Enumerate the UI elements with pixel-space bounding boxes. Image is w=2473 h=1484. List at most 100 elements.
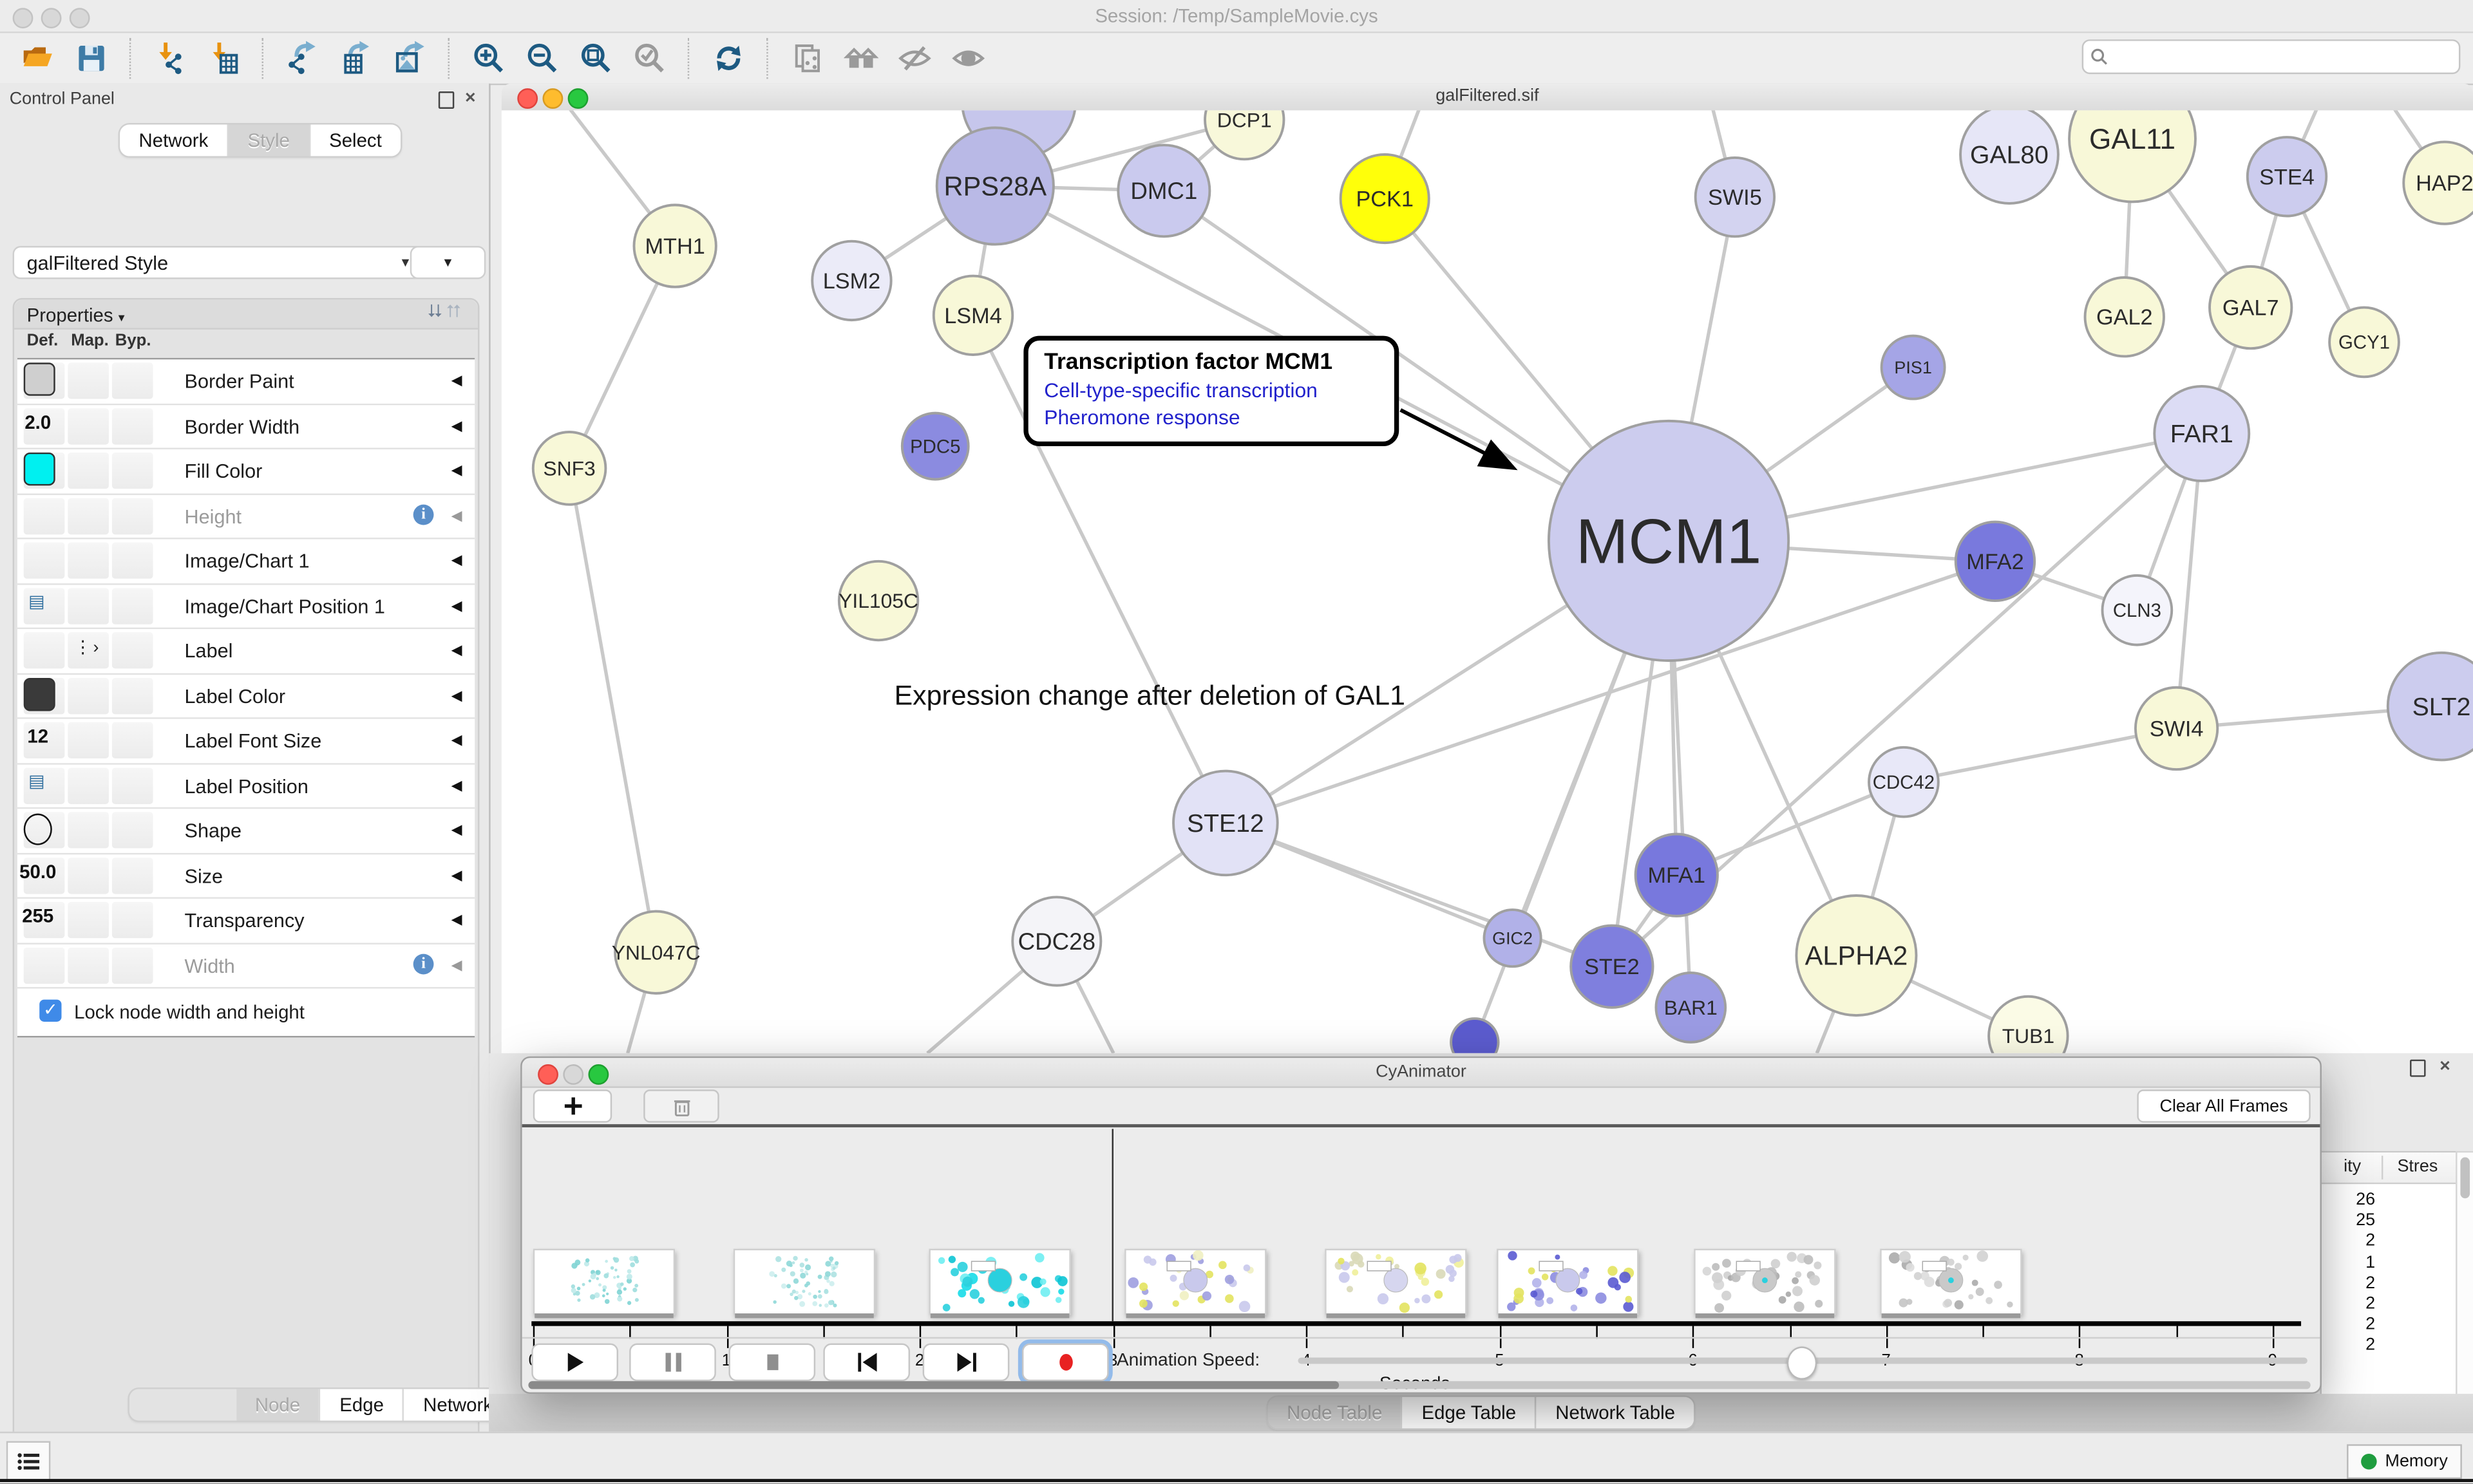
mapping-cell[interactable] bbox=[68, 453, 109, 489]
tab-select[interactable]: Select bbox=[308, 124, 401, 156]
collapse-all-icon[interactable]: ⮅ bbox=[447, 303, 466, 321]
mapping-cell[interactable] bbox=[68, 542, 109, 578]
expand-arrow-icon[interactable]: ◀ bbox=[451, 462, 462, 480]
bypass-cell[interactable] bbox=[112, 677, 153, 713]
bypass-cell[interactable] bbox=[112, 812, 153, 848]
default-value-cell[interactable] bbox=[24, 632, 65, 668]
properties-header[interactable]: Properties ▾ ⮇⮅ bbox=[14, 299, 478, 330]
table-cell[interactable]: 2 bbox=[2322, 1232, 2375, 1251]
hide-details-button[interactable] bbox=[896, 39, 934, 77]
default-value[interactable]: 12 bbox=[17, 726, 59, 747]
mapping-cell[interactable] bbox=[68, 677, 109, 713]
mapping-cell[interactable] bbox=[68, 902, 109, 938]
mapping-cell[interactable] bbox=[68, 362, 109, 399]
search-input[interactable] bbox=[2115, 46, 2459, 68]
timeline-ruler[interactable] bbox=[531, 1321, 2301, 1326]
results-scrollbar[interactable] bbox=[2456, 1151, 2473, 1435]
record-button[interactable] bbox=[1022, 1344, 1109, 1382]
close-panel-icon[interactable]: ✕ bbox=[2439, 1058, 2450, 1073]
timeline-scrollbar[interactable] bbox=[528, 1381, 2310, 1389]
property-row-height[interactable]: Heighti◀ bbox=[17, 494, 475, 540]
expand-arrow-icon[interactable]: ◀ bbox=[451, 956, 462, 973]
style-dropdown[interactable]: galFiltered Style ▼ bbox=[13, 246, 426, 279]
home-button[interactable] bbox=[842, 39, 880, 77]
network-canvas[interactable]: RPS28ADMC1DCP1PCK1MTH1LSM2LSM4SNF3PDC5YI… bbox=[502, 110, 2473, 1053]
cyanimator-timeline[interactable]: 0123456789Seconds bbox=[522, 1127, 2320, 1334]
frame-thumbnail-5[interactable] bbox=[1497, 1249, 1638, 1315]
scrollbar-thumb[interactable] bbox=[528, 1381, 1339, 1389]
bypass-cell[interactable] bbox=[112, 453, 153, 489]
stop-button[interactable] bbox=[728, 1344, 815, 1382]
table-cell[interactable]: 25 bbox=[2322, 1211, 2375, 1230]
property-row-image-chart-position-1[interactable]: ▤Image/Chart Position 1◀ bbox=[17, 584, 475, 629]
mapping-cell[interactable] bbox=[68, 587, 109, 623]
mapping-cell[interactable] bbox=[68, 857, 109, 893]
expand-arrow-icon[interactable]: ◀ bbox=[451, 776, 462, 794]
scrollbar-thumb[interactable] bbox=[2459, 1158, 2469, 1199]
zoom-in-button[interactable] bbox=[470, 39, 508, 77]
frame-thumbnail-0[interactable] bbox=[533, 1249, 675, 1315]
expand-all-icon[interactable]: ⮇ bbox=[428, 303, 447, 321]
expand-arrow-icon[interactable]: ◀ bbox=[451, 822, 462, 839]
playhead[interactable] bbox=[1112, 1129, 1113, 1321]
mapping-cell[interactable] bbox=[68, 722, 109, 758]
tab-edge[interactable]: Edge bbox=[319, 1389, 403, 1421]
frame-thumbnail-6[interactable] bbox=[1694, 1249, 1835, 1315]
property-row-size[interactable]: 50.0Size◀ bbox=[17, 854, 475, 899]
table-cell[interactable]: 2 bbox=[2322, 1336, 2375, 1355]
frame-thumbnail-4[interactable] bbox=[1325, 1249, 1466, 1315]
table-cell[interactable]: 2 bbox=[2322, 1273, 2375, 1292]
tab-edge-table[interactable]: Edge Table bbox=[1401, 1397, 1535, 1429]
frame-thumbnail-7[interactable] bbox=[1880, 1249, 2022, 1315]
tab-style[interactable]: Style bbox=[227, 124, 309, 156]
go-to-start-button[interactable] bbox=[823, 1344, 910, 1382]
float-panel-icon[interactable] bbox=[2410, 1060, 2425, 1077]
info-icon[interactable]: i bbox=[413, 953, 434, 973]
show-details-button[interactable] bbox=[949, 39, 987, 77]
bypass-cell[interactable] bbox=[112, 362, 153, 399]
color-swatch[interactable] bbox=[24, 453, 55, 485]
property-row-image-chart-1[interactable]: Image/Chart 1◀ bbox=[17, 540, 475, 585]
mapping-cell[interactable] bbox=[68, 812, 109, 848]
tab-node[interactable]: Node bbox=[236, 1389, 319, 1421]
expand-arrow-icon[interactable]: ◀ bbox=[451, 642, 462, 659]
property-row-fill-color[interactable]: Fill Color◀ bbox=[17, 449, 475, 494]
bypass-cell[interactable] bbox=[112, 632, 153, 668]
export-table-button[interactable] bbox=[337, 39, 375, 77]
bypass-cell[interactable] bbox=[112, 857, 153, 893]
table-cell[interactable]: 26 bbox=[2322, 1190, 2375, 1209]
expand-arrow-icon[interactable]: ◀ bbox=[451, 687, 462, 704]
property-row-label-position[interactable]: ▤Label Position◀ bbox=[17, 764, 475, 809]
speed-slider-thumb[interactable] bbox=[1787, 1346, 1817, 1378]
bypass-cell[interactable] bbox=[112, 947, 153, 983]
property-row-border-width[interactable]: 2.0Border Width◀ bbox=[17, 404, 475, 449]
default-value-cell[interactable] bbox=[24, 947, 65, 983]
style-options-button[interactable]: ▼ bbox=[410, 246, 486, 279]
mapping-cell[interactable] bbox=[68, 947, 109, 983]
export-image-button[interactable] bbox=[391, 39, 429, 77]
expand-arrow-icon[interactable]: ◀ bbox=[451, 597, 462, 614]
mapping-cell[interactable] bbox=[68, 408, 109, 444]
bypass-cell[interactable] bbox=[112, 498, 153, 534]
frame-thumbnail-1[interactable] bbox=[734, 1249, 875, 1315]
default-value[interactable]: 2.0 bbox=[17, 411, 59, 433]
close-panel-icon[interactable]: ✕ bbox=[464, 90, 476, 106]
table-cell[interactable]: 2 bbox=[2322, 1315, 2375, 1334]
property-row-label[interactable]: ⋮›Label◀ bbox=[17, 629, 475, 674]
default-value-cell[interactable] bbox=[24, 542, 65, 578]
default-value[interactable]: 255 bbox=[17, 905, 59, 927]
export-network-button[interactable] bbox=[284, 39, 322, 77]
bypass-cell[interactable] bbox=[112, 587, 153, 623]
expand-arrow-icon[interactable]: ◀ bbox=[451, 867, 462, 884]
frame-thumbnail-2[interactable] bbox=[929, 1249, 1070, 1315]
zoom-selected-button[interactable] bbox=[631, 39, 669, 77]
bypass-cell[interactable] bbox=[112, 767, 153, 803]
bypass-cell[interactable] bbox=[112, 542, 153, 578]
add-frame-button[interactable] bbox=[533, 1089, 612, 1122]
bypass-cell[interactable] bbox=[112, 408, 153, 444]
float-panel-icon[interactable] bbox=[439, 91, 454, 109]
open-folder-button[interactable] bbox=[19, 39, 57, 77]
property-row-border-paint[interactable]: Border Paint◀ bbox=[17, 359, 475, 404]
task-history-button[interactable] bbox=[6, 1441, 51, 1480]
property-row-width[interactable]: Widthi◀ bbox=[17, 944, 475, 989]
